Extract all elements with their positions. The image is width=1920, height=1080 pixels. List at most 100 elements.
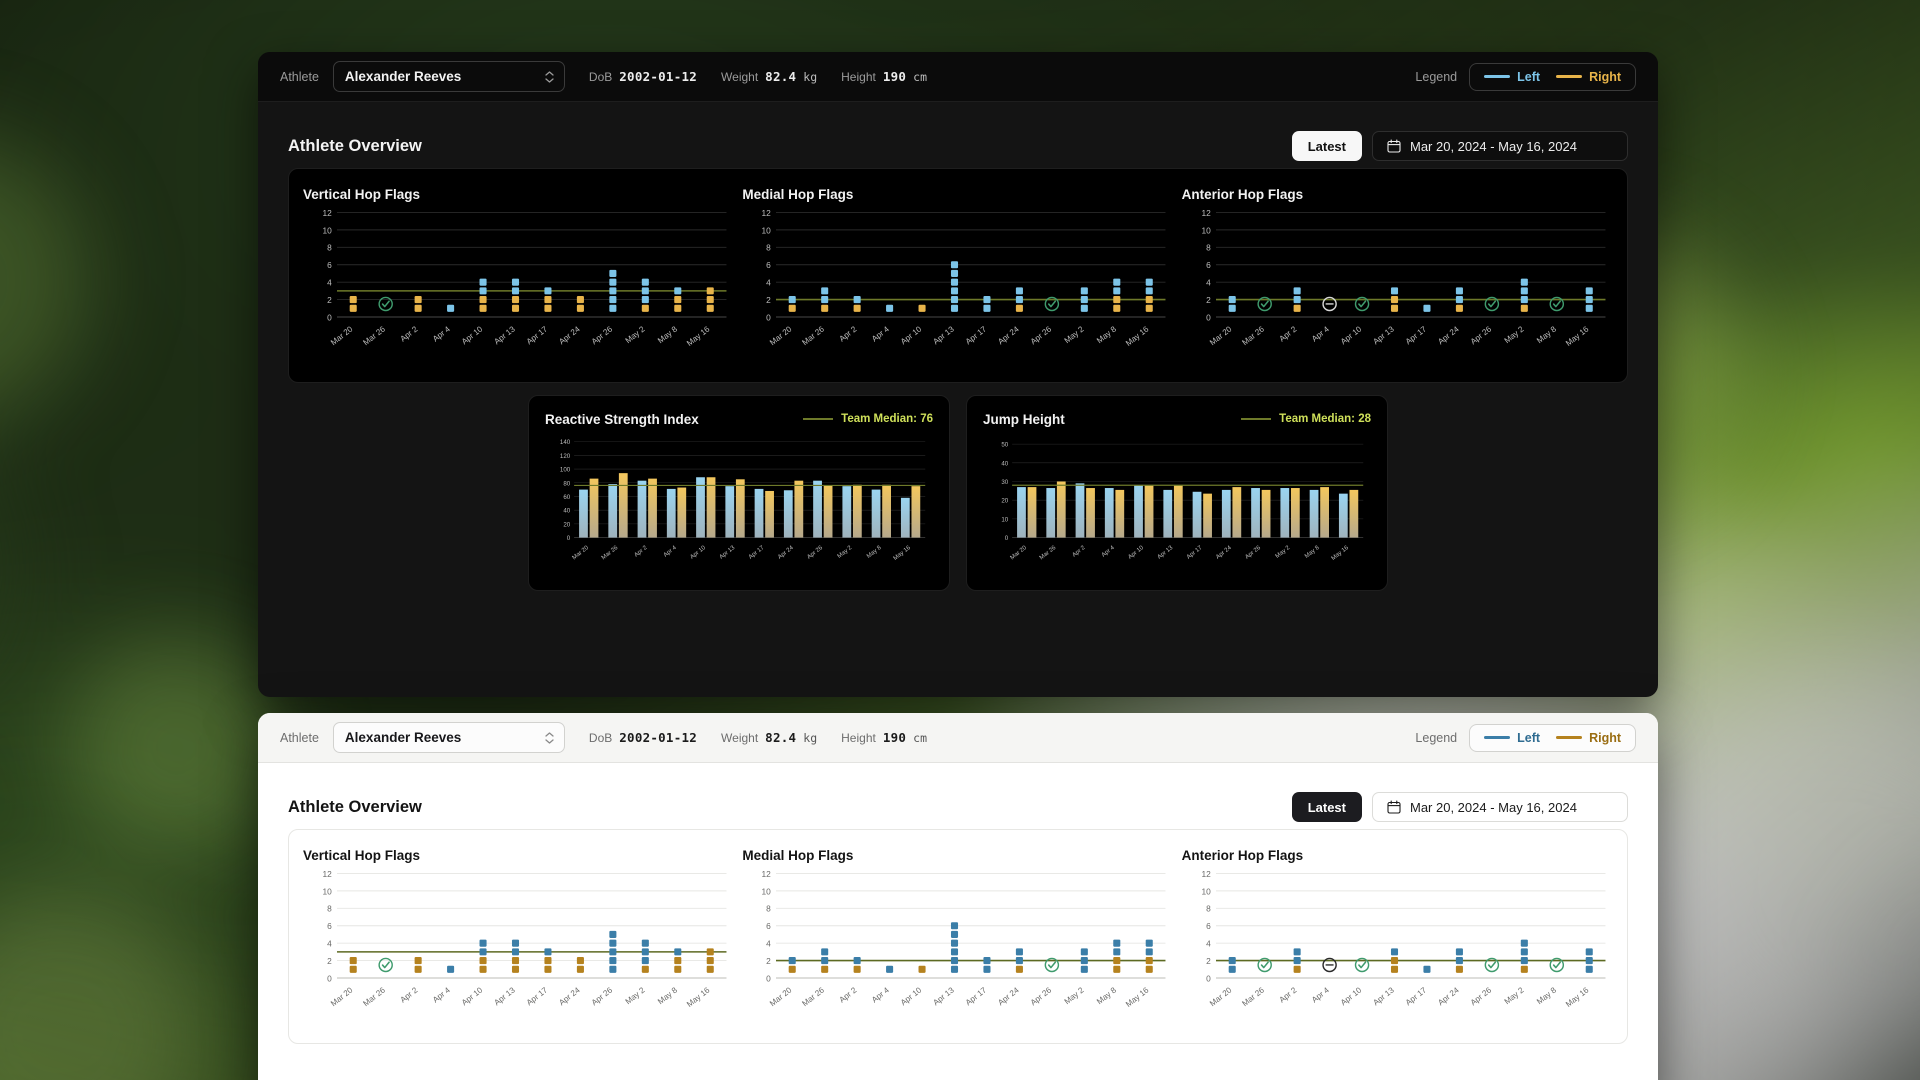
- svg-text:May 16: May 16: [1564, 324, 1591, 348]
- legend-dash-right: [1556, 75, 1583, 78]
- svg-text:Apr 4: Apr 4: [870, 985, 891, 1004]
- svg-text:Apr 4: Apr 4: [431, 324, 452, 343]
- chart-jump-height[interactable]: Jump Height Team Median: 28 0 10 20 30 40 50 M…: [966, 394, 1388, 592]
- svg-text:10: 10: [762, 886, 772, 896]
- svg-text:Apr 10: Apr 10: [899, 324, 924, 346]
- meta-dob-value: 2002-01-12: [619, 69, 698, 84]
- svg-text:0: 0: [766, 312, 771, 322]
- svg-text:0: 0: [1206, 312, 1211, 322]
- meta-dob: DoB 2002-01-12: [589, 730, 697, 745]
- svg-text:Mar 20: Mar 20: [768, 985, 794, 1008]
- svg-text:8: 8: [1206, 243, 1211, 253]
- legend-item-right: Right: [1556, 70, 1621, 84]
- svg-text:8: 8: [327, 243, 332, 253]
- meta-dob-label: DoB: [588, 731, 613, 745]
- svg-text:10: 10: [1201, 225, 1211, 235]
- svg-text:Apr 10: Apr 10: [460, 324, 485, 346]
- athlete-select[interactable]: Alexander Reeves: [332, 61, 565, 92]
- section-header: Athlete Overview Latest Mar 20, 2024 - M…: [288, 124, 1628, 168]
- svg-text:2: 2: [327, 956, 332, 966]
- chart-title: Jump Height: [983, 411, 1065, 427]
- svg-text:Apr 26: Apr 26: [806, 545, 824, 561]
- latest-button[interactable]: Latest: [1291, 792, 1362, 822]
- svg-text:May 2: May 2: [1063, 324, 1086, 345]
- chart-vertical-hop-flags[interactable]: Vertical Hop Flags 0 2 4 6 8 10 12 Mar 20 Mar 26 A…: [303, 848, 734, 1033]
- chart-vertical-hop-flags[interactable]: Vertical Hop Flags 0 2 4 6 8 10 12 Mar 20 Mar 26 A…: [303, 187, 734, 372]
- svg-text:Apr 13: Apr 13: [492, 324, 517, 346]
- svg-text:Mar 26: Mar 26: [1039, 545, 1058, 562]
- chart-anterior-hop-flags[interactable]: Anterior Hop Flags 0 2 4 6 8 10 12 Mar 20 Mar 26 A…: [1182, 848, 1613, 1033]
- legend-label-left: Left: [1517, 730, 1541, 745]
- svg-text:Mar 26: Mar 26: [801, 985, 827, 1008]
- meta-height-unit: cm: [913, 731, 928, 745]
- svg-text:Mar 20: Mar 20: [1208, 985, 1234, 1008]
- meta-weight: Weight 82.4 kg: [721, 730, 817, 745]
- svg-text:Apr 10: Apr 10: [899, 985, 924, 1007]
- meta-weight-label: Weight: [721, 70, 759, 84]
- svg-text:Apr 17: Apr 17: [964, 985, 989, 1007]
- latest-button[interactable]: Latest: [1291, 131, 1362, 161]
- svg-text:8: 8: [1206, 904, 1211, 914]
- section-header: Athlete Overview Latest Mar 20, 2024 - M…: [288, 785, 1628, 829]
- svg-text:May 16: May 16: [1331, 545, 1351, 562]
- svg-text:May 8: May 8: [1535, 985, 1558, 1006]
- svg-text:May 2: May 2: [1063, 985, 1086, 1006]
- legend-box: Left Right: [1469, 62, 1636, 91]
- meta-height: Height 190 cm: [841, 730, 927, 745]
- svg-text:Apr 26: Apr 26: [1244, 545, 1262, 561]
- chart-medial-hop-flags[interactable]: Medial Hop Flags 0 2 4 6 8 10 12 Mar 20 Mar 26 Apr…: [742, 187, 1173, 372]
- svg-text:10: 10: [762, 225, 772, 235]
- chart-anterior-hop-flags[interactable]: Anterior Hop Flags 0 2 4 6 8 10 12 Mar 20 Mar 26 A…: [1182, 187, 1613, 372]
- svg-text:Apr 2: Apr 2: [399, 324, 420, 343]
- svg-text:0: 0: [327, 312, 332, 322]
- svg-text:May 16: May 16: [685, 985, 712, 1009]
- date-range-picker[interactable]: Mar 20, 2024 - May 16, 2024: [1372, 792, 1628, 822]
- chart-reactive-strength-index[interactable]: Reactive Strength Index Team Median: 76 …: [528, 394, 950, 592]
- svg-text:4: 4: [766, 278, 771, 288]
- chart-title: Vertical Hop Flags: [303, 848, 421, 863]
- date-range-picker[interactable]: Mar 20, 2024 - May 16, 2024: [1372, 131, 1628, 161]
- meta-height-label: Height: [841, 731, 876, 745]
- meta-weight-value: 82.4: [765, 69, 797, 84]
- athlete-meta: DoB 2002-01-12 Weight 82.4 kg Height 190…: [589, 69, 927, 84]
- svg-text:Apr 24: Apr 24: [997, 324, 1022, 346]
- legend-label: Legend: [1415, 730, 1458, 745]
- athlete-label: Athlete: [280, 730, 319, 745]
- svg-text:May 2: May 2: [1502, 985, 1525, 1006]
- svg-text:0: 0: [567, 535, 571, 542]
- svg-text:May 8: May 8: [1095, 985, 1118, 1006]
- svg-text:6: 6: [327, 921, 332, 931]
- svg-text:Mar 20: Mar 20: [329, 324, 355, 347]
- svg-text:Apr 17: Apr 17: [1186, 545, 1204, 561]
- chart-medial-hop-flags[interactable]: Medial Hop Flags 0 2 4 6 8 10 12 Mar 20 Mar 26 Apr…: [742, 848, 1173, 1033]
- date-range-value: Mar 20, 2024 - May 16, 2024: [1410, 799, 1577, 815]
- svg-text:Mar 26: Mar 26: [601, 545, 620, 562]
- svg-text:12: 12: [322, 869, 332, 879]
- svg-text:12: 12: [322, 208, 332, 218]
- svg-text:2: 2: [766, 956, 771, 966]
- svg-text:4: 4: [327, 278, 332, 288]
- legend-dash-left: [1484, 736, 1511, 739]
- svg-text:Apr 24: Apr 24: [557, 985, 582, 1007]
- svg-text:60: 60: [563, 494, 570, 501]
- svg-text:2: 2: [766, 295, 771, 305]
- svg-text:30: 30: [1001, 479, 1008, 486]
- legend-box: Left Right: [1469, 723, 1636, 752]
- svg-text:Apr 10: Apr 10: [1127, 545, 1145, 561]
- median-legend-label: Team Median: 28: [1279, 413, 1371, 426]
- svg-text:Apr 17: Apr 17: [525, 985, 550, 1007]
- meta-dob: DoB 2002-01-12: [589, 69, 697, 84]
- svg-text:Apr 10: Apr 10: [460, 985, 485, 1007]
- svg-text:May 2: May 2: [837, 545, 854, 560]
- svg-text:Apr 4: Apr 4: [1310, 324, 1331, 343]
- svg-text:Apr 17: Apr 17: [964, 324, 989, 346]
- svg-text:May 8: May 8: [1304, 545, 1321, 560]
- svg-text:4: 4: [766, 939, 771, 949]
- svg-text:Apr 13: Apr 13: [1371, 985, 1396, 1007]
- legend: Legend Left Right: [1415, 723, 1636, 752]
- svg-text:Mar 26: Mar 26: [1240, 985, 1266, 1008]
- chart-header: Jump Height Team Median: 28: [983, 412, 1371, 427]
- metric-row: Reactive Strength Index Team Median: 76 …: [288, 394, 1628, 592]
- athlete-select[interactable]: Alexander Reeves: [332, 722, 565, 753]
- svg-text:Apr 17: Apr 17: [1404, 985, 1429, 1007]
